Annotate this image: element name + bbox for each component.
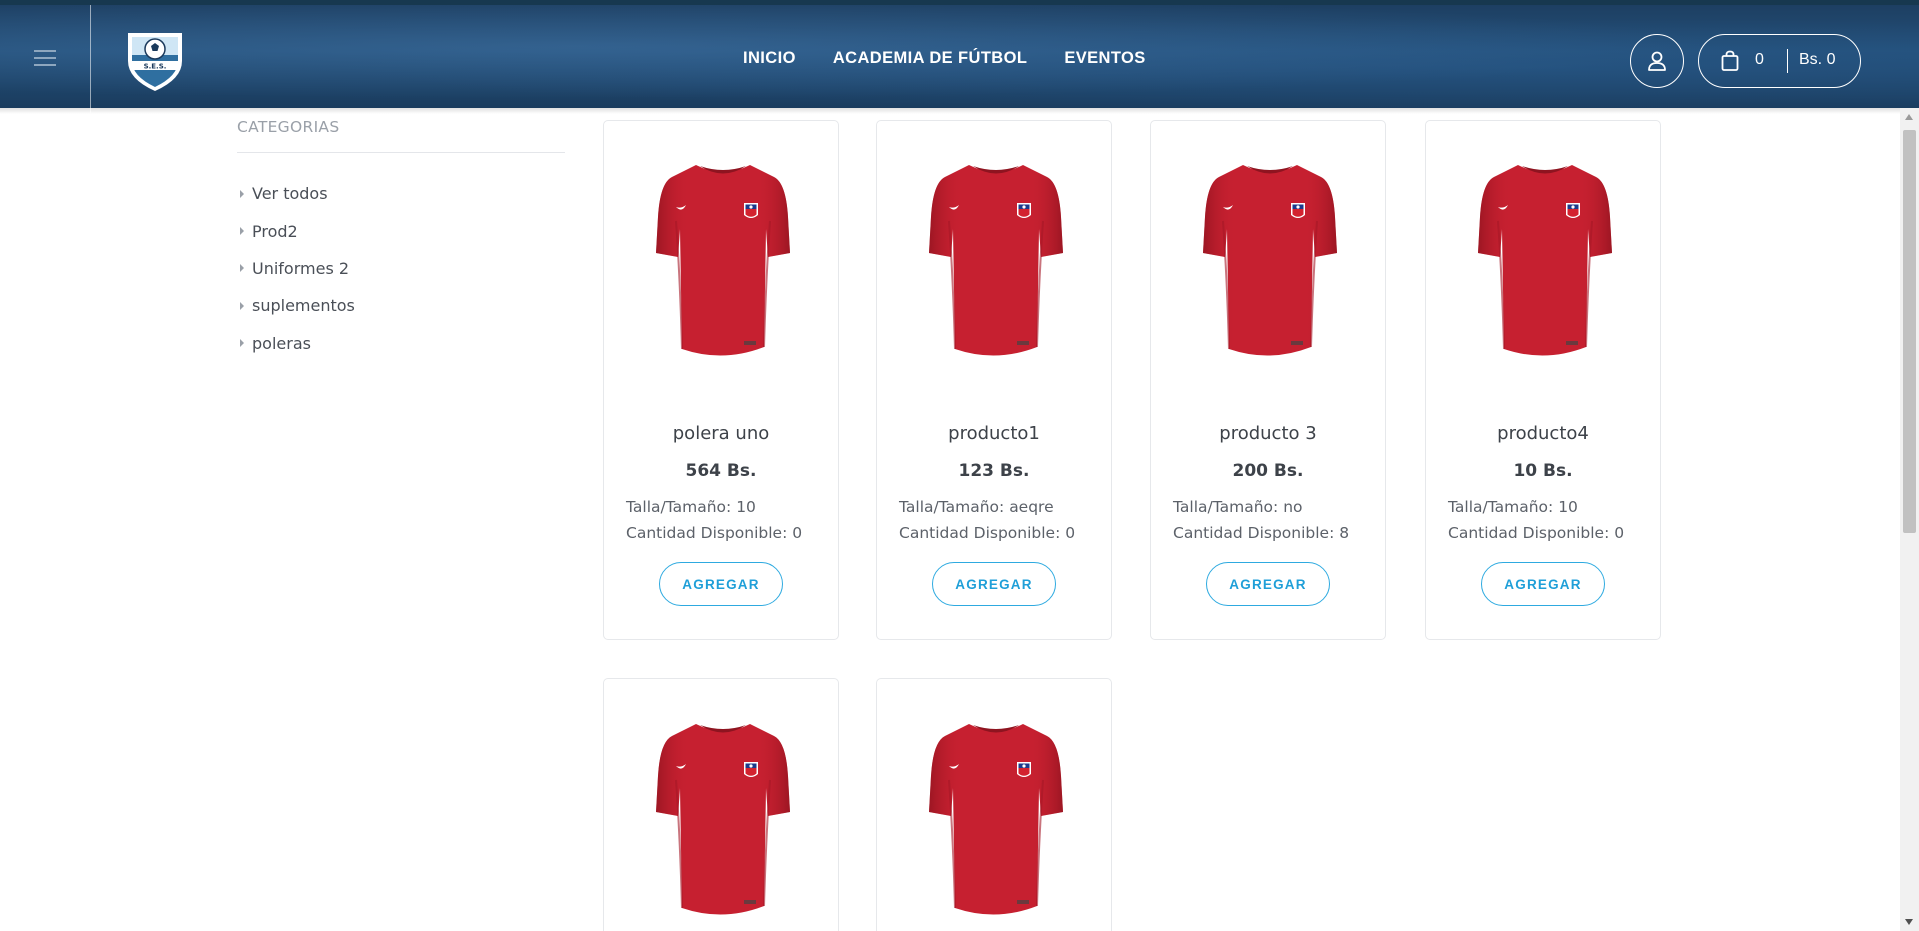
product-image[interactable]	[656, 716, 790, 926]
hamburger-menu-icon[interactable]	[34, 50, 56, 66]
product-price: 123 Bs.	[958, 461, 1030, 481]
product-card: polera uno 564 Bs. Talla/Tamaño: 10 Cant…	[603, 120, 839, 640]
product-quantity: Cantidad Disponible: 0	[899, 524, 1076, 542]
product-price: 200 Bs.	[1232, 461, 1304, 481]
caret-right-icon	[240, 301, 244, 310]
product-quantity: Cantidad Disponible: 8	[1173, 524, 1350, 542]
product-card: producto4 10 Bs. Talla/Tamaño: 10 Cantid…	[1425, 120, 1661, 640]
category-sidebar: CATEGORIAS Ver todos Prod2 Uniformes 2 s…	[237, 118, 565, 362]
nav-academia-futbol[interactable]: ACADEMIA DE FÚTBOL	[833, 49, 1028, 68]
product-quantity: Cantidad Disponible: 0	[1448, 524, 1625, 542]
add-to-cart-button[interactable]: AGREGAR	[659, 562, 783, 606]
add-to-cart-button[interactable]: AGREGAR	[1481, 562, 1605, 606]
product-price: 564 Bs.	[685, 461, 757, 481]
product-size: Talla/Tamaño: no	[1173, 498, 1303, 516]
add-to-cart-button[interactable]: AGREGAR	[1206, 562, 1330, 606]
nav-inicio[interactable]: INICIO	[743, 49, 796, 68]
product-size: Talla/Tamaño: aeqre	[899, 498, 1054, 516]
user-icon	[1648, 51, 1666, 71]
product-name[interactable]: polera uno	[604, 423, 838, 444]
caret-right-icon	[240, 227, 244, 236]
add-button-label: AGREGAR	[682, 576, 760, 592]
product-card	[603, 678, 839, 931]
category-item-uniformes-2[interactable]: Uniformes 2	[237, 250, 565, 287]
category-label: poleras	[252, 333, 311, 353]
product-card	[876, 678, 1112, 931]
product-quantity: Cantidad Disponible: 0	[626, 524, 803, 542]
product-card: producto 3 200 Bs. Talla/Tamaño: no Cant…	[1150, 120, 1386, 640]
category-label: Uniformes 2	[252, 258, 350, 278]
scroll-up-arrow-icon[interactable]	[1905, 114, 1913, 120]
scroll-down-arrow-icon[interactable]	[1905, 919, 1913, 925]
category-item-ver-todos[interactable]: Ver todos	[237, 175, 565, 212]
product-size: Talla/Tamaño: 10	[626, 498, 756, 516]
nav-eventos[interactable]: EVENTOS	[1064, 49, 1145, 68]
category-label: Prod2	[252, 221, 298, 241]
header-divider	[90, 5, 91, 113]
category-label: suplementos	[252, 296, 355, 316]
cart-button[interactable]: 0 Bs. 0	[1698, 34, 1861, 88]
add-button-label: AGREGAR	[955, 576, 1033, 592]
page-scrollbar[interactable]	[1900, 108, 1919, 931]
product-size: Talla/Tamaño: 10	[1448, 498, 1578, 516]
add-button-label: AGREGAR	[1504, 576, 1582, 592]
scrollbar-thumb[interactable]	[1903, 130, 1916, 533]
product-name[interactable]: producto4	[1426, 423, 1660, 444]
shopping-bag-icon	[1721, 50, 1739, 71]
product-name[interactable]: producto1	[877, 423, 1111, 444]
product-image[interactable]	[1203, 157, 1337, 367]
caret-right-icon	[240, 264, 244, 273]
product-price: 10 Bs.	[1513, 461, 1573, 481]
product-card: producto1 123 Bs. Talla/Tamaño: aeqre Ca…	[876, 120, 1112, 640]
caret-right-icon	[240, 339, 244, 348]
cart-count: 0	[1755, 51, 1764, 68]
account-button[interactable]	[1630, 34, 1684, 88]
club-logo[interactable]: S.E.S.	[122, 27, 188, 93]
add-to-cart-button[interactable]: AGREGAR	[932, 562, 1056, 606]
cart-separator	[1787, 49, 1788, 73]
product-image[interactable]	[656, 157, 790, 367]
categories-title: CATEGORIAS	[237, 118, 565, 153]
header-shadow	[0, 108, 1900, 114]
category-label: Ver todos	[252, 184, 328, 204]
product-image[interactable]	[929, 157, 1063, 367]
caret-right-icon	[240, 189, 244, 198]
category-item-prod2[interactable]: Prod2	[237, 212, 565, 249]
product-image[interactable]	[1478, 157, 1612, 367]
main-nav: INICIO ACADEMIA DE FÚTBOL EVENTOS	[743, 49, 1146, 68]
category-item-suplementos[interactable]: suplementos	[237, 287, 565, 324]
category-item-poleras[interactable]: poleras	[237, 325, 565, 362]
cart-total: Bs. 0	[1799, 51, 1836, 68]
product-image[interactable]	[929, 716, 1063, 926]
product-name[interactable]: producto 3	[1151, 423, 1385, 444]
add-button-label: AGREGAR	[1229, 576, 1307, 592]
category-list: Ver todos Prod2 Uniformes 2 suplementos …	[237, 175, 565, 362]
logo-text: S.E.S.	[144, 63, 167, 71]
site-header: S.E.S. INICIO ACADEMIA DE FÚTBOL EVENTOS…	[0, 0, 1919, 113]
